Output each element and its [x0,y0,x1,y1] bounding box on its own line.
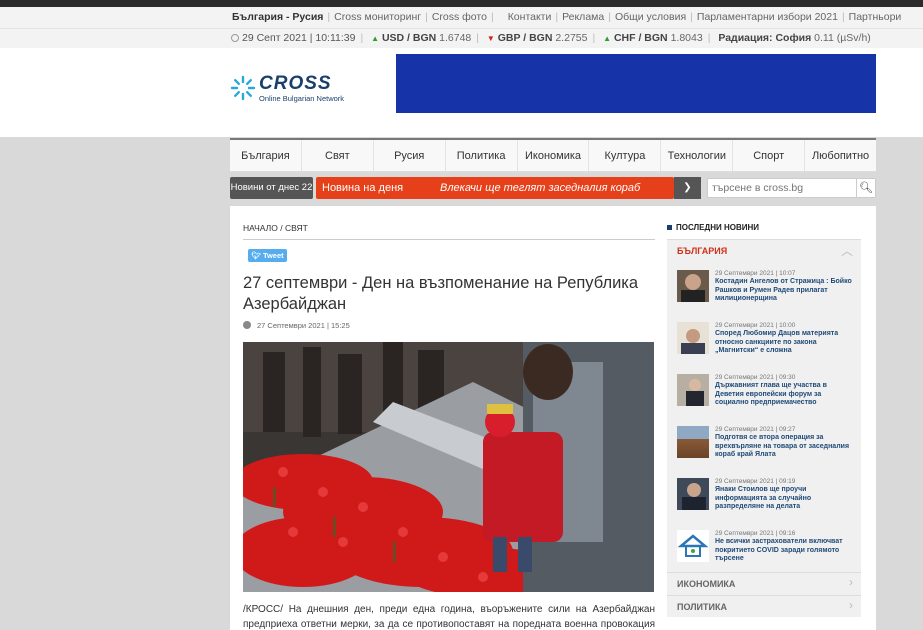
twitter-icon: 🐦︎ [251,251,263,260]
news-time: 29 Септември 2021 | 10:00 [715,322,796,329]
news-thumbnail [677,374,709,406]
clock-icon [243,321,251,329]
sidebar-section-economy[interactable]: ИКОНОМИКА › [667,572,861,594]
up-arrow-icon: ▲ [603,34,612,43]
news-item[interactable]: 29 Септември 2021 | 09:27 Подготвя се вт… [677,426,857,474]
section-label: ПОЛИТИКА [677,602,727,612]
news-title[interactable]: Подготвя се втора операция за врехвърлян… [715,434,855,460]
tweet-label: Tweet [262,251,284,260]
tweet-button[interactable]: 🐦︎ Tweet [248,249,287,262]
search-button[interactable]: 🔍︎ [857,178,876,198]
news-item[interactable]: 29 Септември 2021 | 10:07 Костадин Ангел… [677,270,857,318]
article-photo [243,342,654,592]
rate-pair: USD / BGN [381,32,437,44]
house-icon [677,534,709,557]
news-item[interactable]: 29 Септември 2021 | 09:19 Янаки Стоилов … [677,478,857,526]
today-news-button[interactable]: Новини от днес 22 [230,177,313,199]
up-arrow-icon: ▲ [371,34,380,43]
rate-value: 1.6748 [439,32,472,44]
news-title[interactable]: Костадин Ангелов от Стражица : Бойко Раш… [715,278,855,304]
news-time: 29 Септември 2021 | 09:19 [715,478,796,485]
logo-word: CROSS [259,73,332,94]
rate-pair: CHF / BGN [613,32,668,44]
news-thumbnail [677,478,709,510]
news-title[interactable]: Държавният глава ще участва в Деветия ев… [715,382,855,408]
news-of-day-label: Новина на деня [322,182,404,194]
section-label[interactable]: БЪЛГАРИЯ [677,246,727,256]
square-bullet-icon [667,225,672,230]
section-label: ИКОНОМИКА [677,579,736,589]
nav-item-curious[interactable]: Любопитно [805,140,876,171]
info-bar: 29 Септ 2021 | 10:11:39 | ▲ USD / BGN 1.6… [0,28,923,48]
news-title[interactable]: Не всички застрахователи включват покрит… [715,538,855,564]
top-link-partners[interactable]: Партньори [849,11,902,23]
news-time: 29 Септември 2021 | 10:07 [715,270,796,277]
down-arrow-icon: ▼ [486,34,495,43]
chevron-up-icon[interactable]: ︿ [841,242,853,259]
search-input[interactable] [707,178,857,198]
news-item[interactable]: 29 Септември 2021 | 09:30 Държавният гла… [677,374,857,422]
news-title[interactable]: Янаки Стоилов ще проучи информацията за … [715,486,855,512]
radiation-label: Радиация: София [718,32,812,44]
site-logo[interactable]: CROSS Online Bulgarian Network [230,73,360,105]
news-thumbnail [677,322,709,354]
top-link-monitoring[interactable]: Cross мониторинг [334,11,421,23]
sidebar-heading-text: ПОСЛЕДНИ НОВИНИ [676,223,760,232]
news-thumbnail [677,270,709,302]
news-time: 29 Септември 2021 | 09:16 [715,530,796,537]
article-title: 27 септември - Ден на възпоменание на Ре… [243,274,639,313]
news-title[interactable]: Според Любомир Дацов материята относно с… [715,330,855,356]
nav-item-world[interactable]: Свят [302,140,374,171]
top-link-elections[interactable]: Парламентарни избори 2021 [697,11,838,23]
sidebar-section-politics[interactable]: ПОЛИТИКА › [667,595,861,617]
news-time: 29 Септември 2021 | 09:30 [715,374,796,381]
top-link-ads[interactable]: Реклама [562,11,604,23]
ticker-row: Новини от днес 22 Новина на деня Влекачи… [230,177,876,199]
news-time: 29 Септември 2021 | 09:27 [715,426,796,433]
content-panel: НАЧАЛО / СВЯТ 🐦︎ Tweet 27 септември - Де… [230,206,876,630]
clock-icon [231,34,239,42]
nav-item-russia[interactable]: Русия [374,140,446,171]
top-links-bar: България - Русия | Cross мониторинг | Cross … [0,7,923,28]
radiation-unit: (µSv/h) [836,32,871,44]
news-thumbnail [677,426,709,458]
news-item[interactable]: 29 Септември 2021 | 10:00 Според Любомир… [677,322,857,370]
rate-pair: GBP / BGN [497,32,553,44]
chevron-right-icon: › [849,575,853,589]
rate-value: 2.2755 [555,32,588,44]
nav-item-culture[interactable]: Култура [589,140,662,171]
top-link-terms[interactable]: Общи условия [615,11,686,23]
article-date-text: 27 Септември 2021 | 15:25 [257,321,350,330]
ticker-next-button[interactable]: ❯ [674,177,701,199]
main-nav: България Свят Русия Политика Икономика К… [230,138,876,172]
ad-banner[interactable] [396,54,876,113]
radiation-value: 0.11 [814,32,834,44]
news-thumbnail [677,530,709,562]
breadcrumb[interactable]: НАЧАЛО / СВЯТ [243,223,655,240]
chevron-right-icon: › [849,598,853,612]
nav-item-sport[interactable]: Спорт [733,140,806,171]
nav-item-technology[interactable]: Технологии [661,140,734,171]
logo-burst-icon [230,75,256,101]
nav-item-economy[interactable]: Икономика [518,140,590,171]
search-icon: 🔍︎ [859,182,873,194]
article-date: 27 Септември 2021 | 15:25 [243,321,350,330]
sidebar-section-bulgaria: БЪЛГАРИЯ ︿ 29 Септември 2021 | 10:07 Кос… [667,239,861,611]
sidebar-heading: ПОСЛЕДНИ НОВИНИ [667,223,759,232]
top-link-photo[interactable]: Cross фото [432,11,487,23]
top-link-contacts[interactable]: Контакти [508,11,552,23]
nav-item-bulgaria[interactable]: България [230,140,302,171]
news-of-day-headline[interactable]: Влекачи ще теглят заседналия кораб [440,177,640,199]
rate-value: 1.8043 [670,32,703,44]
news-of-day[interactable]: Новина на деня Влекачи ще теглят заседна… [316,177,674,199]
article-body: /КРОСС/ На днешния ден, преди една годин… [243,604,655,630]
site-link[interactable]: България - Русия [232,11,323,23]
news-item[interactable]: 29 Септември 2021 | 09:16 Не всички заст… [677,530,857,578]
logo-tagline: Online Bulgarian Network [259,94,345,103]
article-photo-image [243,342,654,592]
nav-item-politics[interactable]: Политика [446,140,518,171]
datetime: 29 Септ 2021 | 10:11:39 [242,32,356,44]
top-dark-strip [0,0,923,7]
